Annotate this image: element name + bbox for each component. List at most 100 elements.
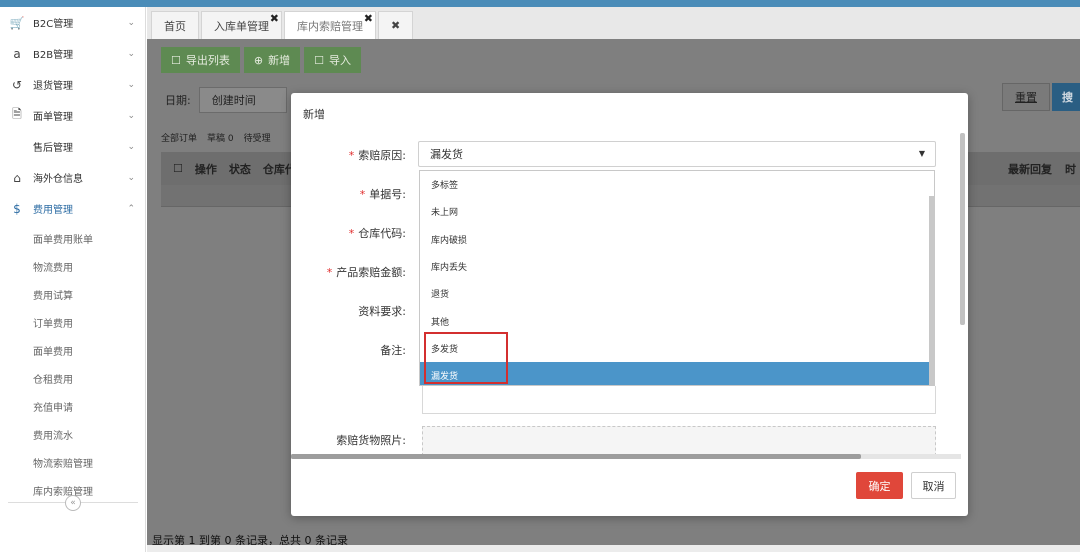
toolbar: ☐ 导出列表 ⊕ 新增 ☐ 导入 [161,47,361,73]
tab-inbound[interactable]: 入库单管理 ✖ [201,11,282,39]
select-all-checkbox[interactable]: ☐ [173,162,183,175]
order-no-label-text: 单据号: [369,188,406,201]
sidebar-subitem[interactable]: 面单费用 [0,336,145,364]
sidebar-item-label: B2B管理 [33,50,74,61]
material-label: 资料要求: [358,305,406,318]
status-subtabs: 全部订单 草稿 0 待受理 [161,131,271,144]
sidebar-item-overseas-warehouse[interactable]: ⌂ 海外仓信息 ⌄ [0,162,145,193]
warehouse-code-label-text: 仓库代码: [358,227,406,240]
dropdown-option[interactable]: 库内丢失 [420,253,934,280]
bottom-strip [147,545,1080,552]
sidebar-item-returns[interactable]: ↺ 退货管理 ⌄ [0,69,145,100]
amazon-icon: a [13,46,21,61]
dropdown-scrollbar[interactable] [929,196,934,385]
dropdown-option[interactable]: 多标签 [420,171,934,198]
tab-home[interactable]: 首页 [151,11,199,39]
photo-upload-area[interactable] [422,426,936,456]
dialog-horizontal-scrollbar[interactable] [291,454,961,459]
cancel-button[interactable]: 取消 [911,472,956,499]
dropdown-option[interactable]: 库内破损 [420,226,934,253]
top-accent-bar [0,0,1080,7]
reset-button[interactable]: 重置 [1002,83,1050,111]
date-type-select[interactable]: 创建时间 [198,87,287,113]
return-icon: ↺ [11,77,23,92]
sidebar-subitem[interactable]: 费用流水 [0,420,145,448]
dollar-icon: $ [13,201,21,216]
subtab-all[interactable]: 全部订单 [161,131,197,144]
new-button[interactable]: ⊕ 新增 [243,47,301,73]
order-no-label: * 单据号: [291,186,406,202]
close-icon[interactable]: ✖ [391,19,400,32]
double-chevron-left-icon: « [65,495,81,511]
cart-icon: 🛒 [9,15,25,30]
sidebar-item-b2c[interactable]: 🛒 B2C管理 ⌄ [0,7,145,38]
export-icon: ☐ [171,53,181,67]
chevron-up-icon: ⌃ [127,203,135,214]
sidebar-item-label: 售后管理 [33,143,73,154]
import-button[interactable]: ☐ 导入 [304,47,361,73]
close-icon[interactable]: ✖ [270,12,279,25]
amount-label: * 产品索赔金额: [291,264,406,280]
dropdown-option[interactable]: 其他 [420,307,934,334]
export-button[interactable]: ☐ 导出列表 [161,47,240,73]
tab-close-all[interactable]: ✖ [378,11,414,39]
required-mark: * [326,266,333,279]
confirm-button[interactable]: 确定 [856,472,903,499]
dialog-vertical-scrollbar[interactable] [960,133,965,325]
sidebar-item-fees[interactable]: $ 费用管理 ⌃ [0,193,145,224]
remark-label: 备注: [380,344,406,357]
tab-label: 入库单管理 [214,19,269,33]
sidebar-subitem[interactable]: 订单费用 [0,308,145,336]
tabs-bar: 首页 入库单管理 ✖ 库内索赔管理 ✖ ✖ [147,7,1080,39]
chevron-down-icon: ⌄ [127,79,135,90]
sidebar-item-label: 面单管理 [33,112,73,123]
reason-select[interactable]: 漏发货 ▼ [418,141,936,167]
import-label: 导入 [328,54,351,67]
sidebar-subitem[interactable]: 物流索赔管理 [0,448,145,476]
reason-select-value: 漏发货 [430,148,463,161]
chevron-down-icon: ⌄ [127,110,135,121]
sidebar-subitem[interactable]: 面单费用账单 [0,224,145,252]
fees-submenu: 面单费用账单 物流费用 费用试算 订单费用 面单费用 仓租费用 充值申请 费用流… [0,224,145,504]
remark-textarea[interactable] [422,386,936,414]
close-icon[interactable]: ✖ [364,12,373,25]
chevron-down-icon: ⌄ [127,172,135,183]
subtab-draft[interactable]: 草稿 0 [207,131,234,144]
chevron-down-icon: ⌄ [127,141,135,152]
sidebar: 🛒 B2C管理 ⌄ a B2B管理 ⌄ ↺ 退货管理 ⌄ 🗎 面单管理 ⌄ 售后… [0,7,146,552]
scrollbar-thumb[interactable] [291,454,861,459]
sidebar-item-label: 退货管理 [33,81,73,92]
dropdown-option[interactable]: 退货 [420,280,934,307]
dropdown-option[interactable]: 未上网 [420,198,934,225]
filter-bar: 日期: 创建时间 [165,87,287,113]
sidebar-subitem[interactable]: 仓租费用 [0,364,145,392]
warehouse-code-label: * 仓库代码: [291,225,406,241]
tab-claims[interactable]: 库内索赔管理 ✖ [284,11,376,39]
subtab-pending[interactable]: 待受理 [244,131,271,144]
sidebar-item-aftersales[interactable]: 售后管理 ⌄ [0,131,145,162]
sidebar-subitem[interactable]: 费用试算 [0,280,145,308]
search-button[interactable]: 搜 [1052,83,1080,111]
sidebar-item-b2b[interactable]: a B2B管理 ⌄ [0,38,145,69]
import-icon: ☐ [314,53,324,67]
export-label: 导出列表 [185,54,230,67]
required-mark: * [348,227,355,240]
sidebar-subitem[interactable]: 充值申请 [0,392,145,420]
column-header: 操作 [194,162,217,176]
sidebar-collapse-button[interactable]: « [0,494,146,512]
sidebar-item-label: 海外仓信息 [33,174,83,185]
column-header: 时 [1065,162,1076,176]
document-icon: 🗎 [12,107,22,121]
required-mark: * [359,188,366,201]
new-label: 新增 [268,54,291,67]
sidebar-item-label: B2C管理 [33,19,74,30]
column-header: 状态 [228,162,251,176]
sidebar-item-waybill[interactable]: 🗎 面单管理 ⌄ [0,100,145,131]
dialog-title: 新增 [303,108,325,121]
chevron-down-icon: ⌄ [127,17,135,28]
reason-label-text: 索赔原因: [358,149,406,162]
sidebar-subitem[interactable]: 物流费用 [0,252,145,280]
chevron-down-icon: ⌄ [127,48,135,59]
amount-label-text: 产品索赔金额: [336,266,406,279]
date-label: 日期: [165,94,191,107]
